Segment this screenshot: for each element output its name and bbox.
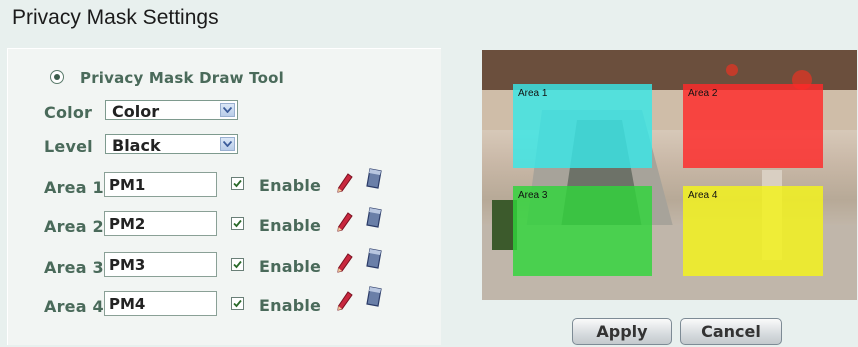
- area-1-name-input[interactable]: PM1: [104, 172, 217, 197]
- mask-area-1-label: Area 1: [518, 88, 548, 99]
- area-3-name-value: PM3: [109, 256, 146, 274]
- area-2-name-input[interactable]: PM2: [104, 211, 217, 236]
- eraser-icon[interactable]: [363, 206, 385, 230]
- area-3-label: Area 3: [44, 258, 104, 277]
- mask-area-3-label: Area 3: [518, 190, 548, 201]
- mask-area-1[interactable]: Area 1: [513, 84, 652, 168]
- area-2-enable-label: Enable: [259, 216, 322, 235]
- area-4-label: Area 4: [44, 297, 104, 316]
- page-title: Privacy Mask Settings: [12, 6, 219, 29]
- apply-button[interactable]: Apply: [572, 318, 672, 345]
- area-1-name-value: PM1: [109, 176, 146, 194]
- chevron-down-icon[interactable]: [220, 137, 235, 151]
- area-3-name-input[interactable]: PM3: [104, 252, 217, 277]
- area-3-enable-label: Enable: [259, 257, 322, 276]
- camera-preview[interactable]: Area 1 Area 2 Area 3 Area 4: [482, 50, 857, 300]
- pencil-icon[interactable]: [336, 252, 354, 274]
- pencil-icon[interactable]: [336, 211, 354, 233]
- cancel-button[interactable]: Cancel: [680, 318, 782, 345]
- chevron-down-icon[interactable]: [220, 103, 235, 117]
- area-2-label: Area 2: [44, 217, 104, 236]
- pencil-icon[interactable]: [336, 290, 354, 312]
- mask-area-2[interactable]: Area 2: [683, 84, 823, 168]
- area-4-name-input[interactable]: PM4: [104, 291, 217, 316]
- area-4-enable-checkbox[interactable]: [231, 297, 244, 310]
- draw-tool-radio[interactable]: [50, 70, 64, 84]
- mask-area-4-label: Area 4: [688, 190, 718, 201]
- color-select-value: Color: [112, 102, 160, 121]
- eraser-icon[interactable]: [363, 167, 385, 191]
- area-1-enable-label: Enable: [259, 176, 322, 195]
- pencil-icon[interactable]: [336, 172, 354, 194]
- area-4-name-value: PM4: [109, 295, 146, 313]
- level-select[interactable]: Black: [105, 134, 238, 155]
- area-2-enable-checkbox[interactable]: [231, 217, 244, 230]
- eraser-icon[interactable]: [363, 247, 385, 271]
- area-1-label: Area 1: [44, 178, 104, 197]
- color-label: Color: [44, 103, 93, 122]
- mask-area-2-label: Area 2: [688, 88, 718, 99]
- mask-area-4[interactable]: Area 4: [683, 186, 823, 276]
- draw-tool-label: Privacy Mask Draw Tool: [80, 69, 284, 87]
- eraser-icon[interactable]: [363, 285, 385, 309]
- mask-area-3[interactable]: Area 3: [513, 186, 652, 276]
- area-2-name-value: PM2: [109, 215, 146, 233]
- level-select-value: Black: [112, 136, 161, 155]
- area-4-enable-label: Enable: [259, 296, 322, 315]
- area-3-enable-checkbox[interactable]: [231, 258, 244, 271]
- area-1-enable-checkbox[interactable]: [231, 177, 244, 190]
- level-label: Level: [44, 137, 93, 156]
- color-select[interactable]: Color: [105, 100, 238, 121]
